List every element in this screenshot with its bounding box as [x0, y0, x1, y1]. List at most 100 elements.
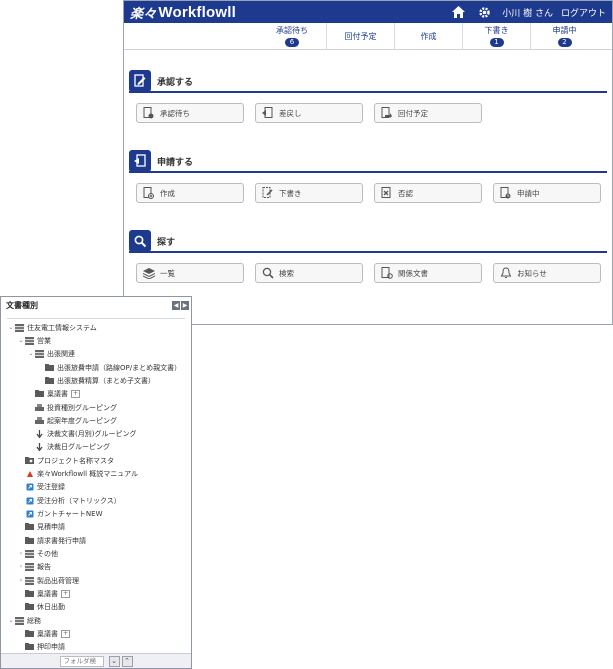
list-button[interactable]: 一覧 — [136, 263, 244, 283]
tab-label: 作成 — [420, 31, 437, 41]
send-back-button[interactable]: 差戻し — [255, 103, 363, 123]
chevron-down-icon[interactable]: ⌄ — [108, 655, 120, 667]
tree-node-general-affairs[interactable]: ⌄ 総務 — [7, 614, 41, 627]
expand-plus-icon[interactable]: + — [61, 589, 71, 598]
tree-node-product-shipping[interactable]: › 製品出荷管理 — [17, 574, 79, 587]
section-title: 承認する — [157, 77, 194, 88]
expand-toggle-icon[interactable]: › — [17, 563, 25, 570]
expand-toggle-icon[interactable]: ⌄ — [27, 350, 35, 357]
app-logo[interactable]: 楽々 Workflowll — [130, 3, 236, 22]
node-label: 起案年度グルーピング — [47, 416, 117, 425]
tree-node-order-registration[interactable]: 受注登録 — [17, 480, 65, 493]
related-docs-button[interactable]: 関係文書 — [374, 263, 482, 283]
tree-node-estimate-request[interactable]: 見積申請 — [17, 520, 65, 533]
tree-node-fiscal-year-group[interactable]: 起案年度グルーピング — [27, 414, 117, 427]
logo-text: Workflowll — [158, 3, 236, 21]
button-label: 一覧 — [160, 268, 175, 278]
button-label: 関係文書 — [398, 268, 428, 278]
tab-bar: 承認待ち 6 回付予定 作成 下書き 1 申請中 2 — [124, 23, 612, 50]
button-label: 申請中 — [517, 188, 540, 198]
pdf-icon — [25, 470, 34, 478]
folder-icon — [25, 523, 34, 531]
folder-icon — [25, 603, 34, 611]
collapse-left-icon[interactable]: ◀ — [172, 301, 180, 310]
button-label: 検索 — [279, 268, 294, 278]
pending-approval-button[interactable]: 承認待ち — [136, 103, 244, 123]
sort-icon — [35, 429, 44, 438]
tree-node-gantt-chart[interactable]: ガントチャートNEW — [17, 507, 103, 520]
section-title: 申請する — [157, 157, 194, 168]
logout-link[interactable]: ログアウト — [561, 6, 606, 19]
db-icon — [15, 323, 24, 332]
sort-icon — [35, 442, 44, 451]
tree-node-ringi-3[interactable]: 稟議書 + — [17, 627, 71, 640]
node-label: 決裁文書(月別)グルーピング — [47, 429, 137, 438]
apply-doc-icon — [129, 150, 151, 172]
tree-node-manual[interactable]: 楽々Workflowll 概説マニュアル — [17, 467, 138, 480]
tab-pending-approval[interactable]: 承認待ち 6 — [258, 23, 326, 49]
expand-toggle-icon[interactable]: ⌄ — [17, 337, 25, 344]
doc-check-icon — [142, 107, 155, 120]
workflow-window: 楽々 Workflowll 小川 樹 さん ログアウト 承認待ち 6 回付予定 … — [123, 0, 613, 325]
button-label: 作成 — [160, 188, 175, 198]
expand-right-icon[interactable]: ▶ — [181, 301, 189, 310]
tab-in-application[interactable]: 申請中 2 — [530, 23, 598, 49]
tree-node-order-analysis[interactable]: 受注分析（マトリックス） — [17, 494, 121, 507]
expand-toggle-icon[interactable]: ⌄ — [7, 617, 15, 624]
tree-node-project-master[interactable]: プロジェクト名称マスタ — [17, 454, 114, 467]
new-doc-icon — [142, 187, 155, 200]
expand-plus-icon[interactable]: + — [71, 389, 81, 398]
node-label: プロジェクト名称マスタ — [37, 456, 114, 465]
tree-node-other[interactable]: › その他 — [17, 547, 58, 560]
tab-scheduled-routing[interactable]: 回付予定 — [326, 23, 394, 49]
folder-search-input[interactable] — [59, 655, 104, 667]
draft-button[interactable]: 下書き — [255, 183, 363, 203]
tree-node-travel-settlement[interactable]: 出張旅費精算（まとめ子文書） — [37, 374, 155, 387]
tab-create[interactable]: 作成 — [394, 23, 462, 49]
related-doc-icon — [380, 267, 393, 280]
node-label: 総務 — [27, 616, 41, 625]
chevron-up-icon[interactable]: ⌃ — [121, 655, 133, 667]
tree-node-holiday-work[interactable]: 休日出勤 — [17, 600, 65, 613]
expand-plus-icon[interactable]: + — [61, 629, 71, 638]
tree-node-sales[interactable]: ⌄ 営業 — [17, 334, 51, 347]
panel-toggle: ◀ ▶ — [171, 301, 189, 310]
tree-node-decision-date-group[interactable]: 決裁日グルーピング — [27, 440, 110, 453]
tree-node-root[interactable]: ⌄ 住友電工情報システム — [7, 321, 97, 334]
tree-node-ringi[interactable]: 稟議書 + — [27, 387, 81, 400]
create-button[interactable]: 作成 — [136, 183, 244, 203]
tree-node-seal-request[interactable]: 押印申請 — [17, 640, 65, 653]
node-label: 報告 — [37, 562, 51, 571]
rejected-button[interactable]: 否認 — [374, 183, 482, 203]
db-icon — [25, 336, 34, 345]
tree-node-invoice-request[interactable]: 請求書発行申請 — [17, 534, 86, 547]
node-label: 決裁日グルーピング — [47, 442, 110, 451]
scheduled-routing-button[interactable]: 回付予定 — [374, 103, 482, 123]
expand-toggle-icon[interactable]: ⌄ — [7, 324, 15, 331]
tree-node-ringi-2[interactable]: 稟議書 + — [17, 587, 71, 600]
folder-icon — [25, 590, 34, 598]
tree-node-investment-group[interactable]: 投資種別グルーピング — [27, 401, 117, 414]
in-application-button[interactable]: 申請中 — [493, 183, 601, 203]
tree-footer: ⌄ ⌃ — [1, 653, 191, 668]
expand-toggle-icon[interactable]: › — [17, 577, 25, 584]
node-label: その他 — [37, 549, 58, 558]
routing-doc-icon — [380, 107, 393, 120]
tree-node-monthly-group[interactable]: 決裁文書(月別)グルーピング — [27, 427, 136, 440]
node-label: 稟議書 — [47, 389, 68, 398]
home-icon[interactable] — [450, 4, 466, 20]
node-label: 投資種別グルーピング — [47, 403, 117, 412]
gear-icon[interactable] — [476, 4, 492, 20]
node-label: ガントチャートNEW — [37, 509, 103, 518]
search-button[interactable]: 検索 — [255, 263, 363, 283]
tab-drafts[interactable]: 下書き 1 — [462, 23, 530, 49]
top-bar: 楽々 Workflowll 小川 樹 さん ログアウト — [124, 1, 612, 23]
expand-toggle-icon[interactable]: › — [17, 550, 25, 557]
tree-node-business-trip[interactable]: ⌄ 出張関連 — [27, 347, 75, 360]
tree-node-travel-request[interactable]: 出張旅費申請（路線OP/まとめ親文書） — [37, 361, 181, 374]
tree-title: 文書種別 — [6, 301, 38, 310]
button-label: 承認待ち — [160, 108, 190, 118]
tree-node-report[interactable]: › 報告 — [17, 560, 51, 573]
notifications-button[interactable]: お知らせ — [493, 263, 601, 283]
button-row: 一覧 検索 関係文書 お知らせ — [129, 263, 607, 293]
